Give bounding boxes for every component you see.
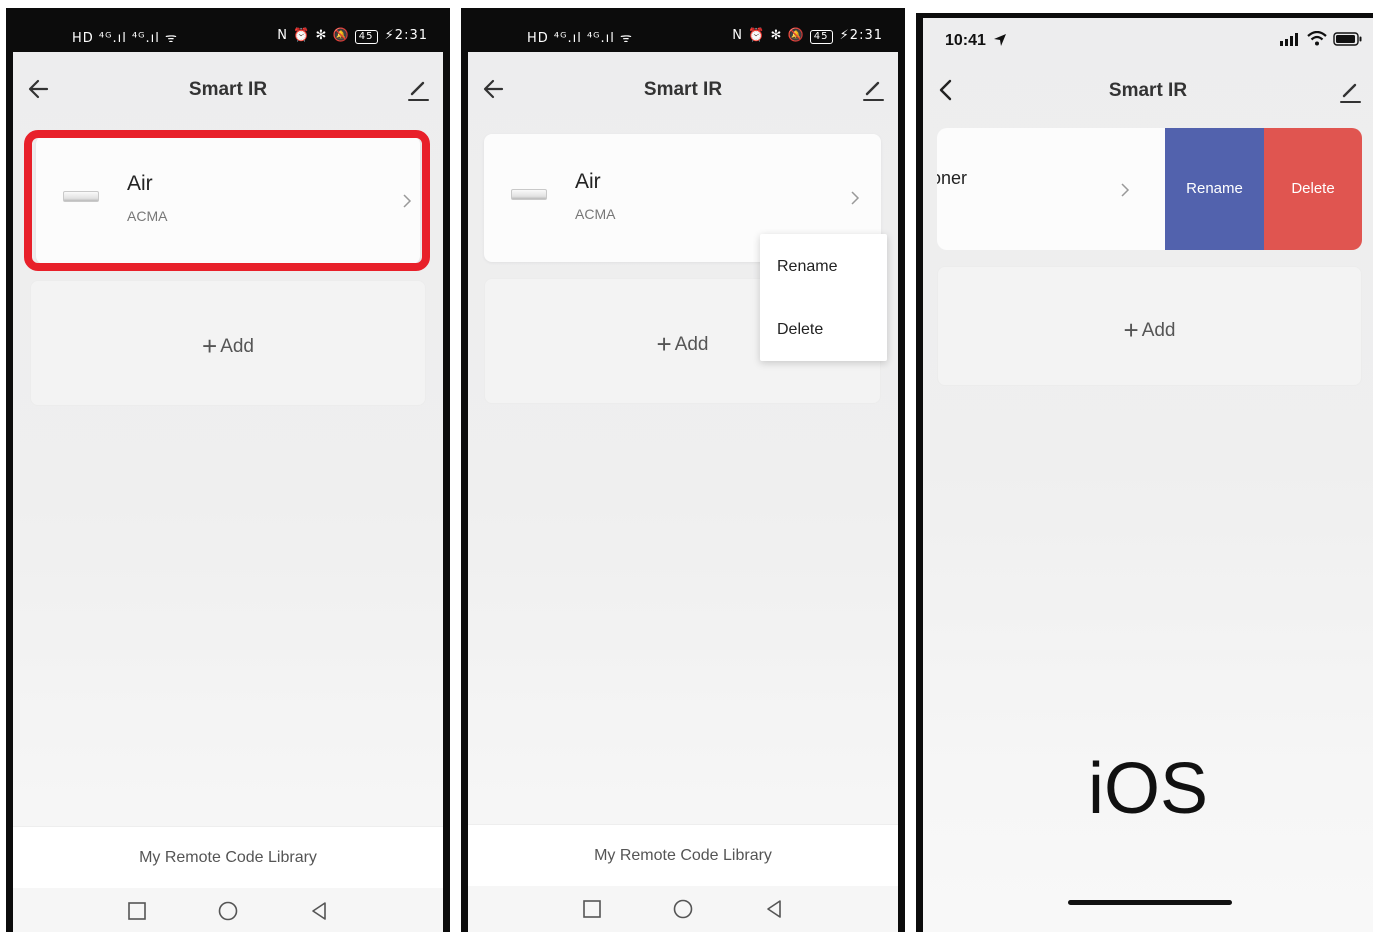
system-nav-bar bbox=[468, 886, 898, 932]
status-time: ⚡2:31 bbox=[384, 28, 428, 43]
plus-icon: + bbox=[656, 329, 672, 359]
back-triangle-icon[interactable] bbox=[763, 898, 785, 920]
add-text: Add bbox=[674, 334, 709, 355]
status-right: N ⏰ ✻ 🔕 45 ⚡2:31 bbox=[277, 28, 428, 44]
system-nav-bar bbox=[13, 888, 443, 932]
status-icons: N ⏰ ✻ 🔕 bbox=[277, 28, 350, 43]
plus-icon: + bbox=[202, 331, 218, 361]
status-icons: N ⏰ ✻ 🔕 bbox=[732, 28, 805, 43]
rename-swipe-button[interactable]: Rename bbox=[1165, 128, 1264, 250]
screen: 10:41 Smart IR oner Rename Delete bbox=[923, 18, 1373, 932]
air-conditioner-icon bbox=[511, 189, 547, 200]
status-time: ⚡2:31 bbox=[839, 28, 883, 43]
nav-bar: Smart IR bbox=[13, 52, 443, 124]
platform-label: iOS bbox=[1087, 749, 1209, 829]
nav-bar: Smart IR bbox=[468, 52, 898, 124]
ios-status-bar: 10:41 bbox=[923, 18, 1373, 62]
recent-apps-icon[interactable] bbox=[581, 898, 603, 920]
status-bar: HD ⁴ᴳ.ıl ⁴ᴳ.ıl ᯤ N ⏰ ✻ 🔕 45 ⚡2:31 bbox=[461, 8, 905, 52]
plus-icon: + bbox=[1123, 315, 1139, 345]
delete-menu-item[interactable]: Delete bbox=[777, 321, 823, 339]
back-triangle-icon[interactable] bbox=[308, 900, 330, 922]
page-title: Smart IR bbox=[188, 79, 268, 100]
add-device-card[interactable]: + Add bbox=[937, 266, 1362, 386]
chevron-right-icon bbox=[1121, 183, 1130, 197]
location-arrow-icon bbox=[994, 34, 1006, 46]
edit-pencil-icon[interactable] bbox=[403, 74, 433, 104]
screen: Smart IR Air ACMA + Add My Remote Code Li… bbox=[13, 52, 443, 932]
device-brand: ACMA bbox=[575, 206, 616, 222]
delete-swipe-button[interactable]: Delete bbox=[1264, 128, 1362, 250]
add-label: + Add bbox=[31, 331, 425, 362]
highlight-frame bbox=[24, 130, 430, 271]
remote-library-label: My Remote Code Library bbox=[139, 849, 317, 866]
battery-icon: 45 bbox=[809, 30, 833, 44]
remote-library-bar[interactable]: My Remote Code Library bbox=[468, 824, 898, 886]
page-title: Smart IR bbox=[1108, 80, 1188, 101]
remote-library-label: My Remote Code Library bbox=[594, 847, 772, 864]
battery-icon: 45 bbox=[354, 30, 378, 44]
add-text: Add bbox=[220, 336, 254, 357]
cellular-signal-icon bbox=[1280, 33, 1298, 46]
add-text: Add bbox=[1141, 320, 1176, 341]
page-title: Smart IR bbox=[643, 79, 723, 100]
rename-menu-item[interactable]: Rename bbox=[777, 258, 837, 276]
chevron-right-icon bbox=[851, 191, 860, 205]
ios-status-time: 10:41 bbox=[945, 32, 986, 49]
edit-pencil-icon[interactable] bbox=[858, 74, 888, 104]
context-menu: Rename Delete bbox=[760, 234, 887, 361]
swipe-row: oner Rename Delete bbox=[937, 128, 1362, 250]
phone-ios: 10:41 Smart IR oner Rename Delete bbox=[916, 13, 1373, 932]
phone-android-2: HD ⁴ᴳ.ıl ⁴ᴳ.ıl ᯤ N ⏰ ✻ 🔕 45 ⚡2:31 Smart … bbox=[461, 8, 905, 932]
status-right: N ⏰ ✻ 🔕 45 ⚡2:31 bbox=[732, 28, 883, 44]
device-name: Air bbox=[575, 170, 601, 193]
status-bar: HD ⁴ᴳ.ıl ⁴ᴳ.ıl ᯤ N ⏰ ✻ 🔕 45 ⚡2:31 bbox=[6, 8, 450, 52]
status-signal: HD ⁴ᴳ.ıl ⁴ᴳ.ıl ᯤ bbox=[72, 31, 178, 46]
device-name-truncated: oner bbox=[937, 168, 968, 188]
add-label: + Add bbox=[938, 315, 1361, 346]
nav-bar: Smart IR bbox=[923, 62, 1373, 122]
battery-icon bbox=[1333, 32, 1362, 46]
add-device-card[interactable]: + Add bbox=[30, 280, 426, 406]
device-card[interactable]: oner bbox=[937, 128, 1165, 250]
wifi-icon bbox=[1307, 31, 1327, 46]
phone-android-1: HD ⁴ᴳ.ıl ⁴ᴳ.ıl ᯤ N ⏰ ✻ 🔕 45 ⚡2:31 Smart … bbox=[6, 8, 450, 932]
home-indicator bbox=[1068, 900, 1232, 905]
home-circle-icon[interactable] bbox=[217, 900, 239, 922]
home-circle-icon[interactable] bbox=[672, 898, 694, 920]
edit-pencil-icon[interactable] bbox=[1335, 76, 1365, 106]
status-signal: HD ⁴ᴳ.ıl ⁴ᴳ.ıl ᯤ bbox=[527, 31, 633, 46]
recent-apps-icon[interactable] bbox=[126, 900, 148, 922]
remote-library-bar[interactable]: My Remote Code Library bbox=[13, 826, 443, 888]
screen: Smart IR Air ACMA + Add Rename Delete My … bbox=[468, 52, 898, 932]
